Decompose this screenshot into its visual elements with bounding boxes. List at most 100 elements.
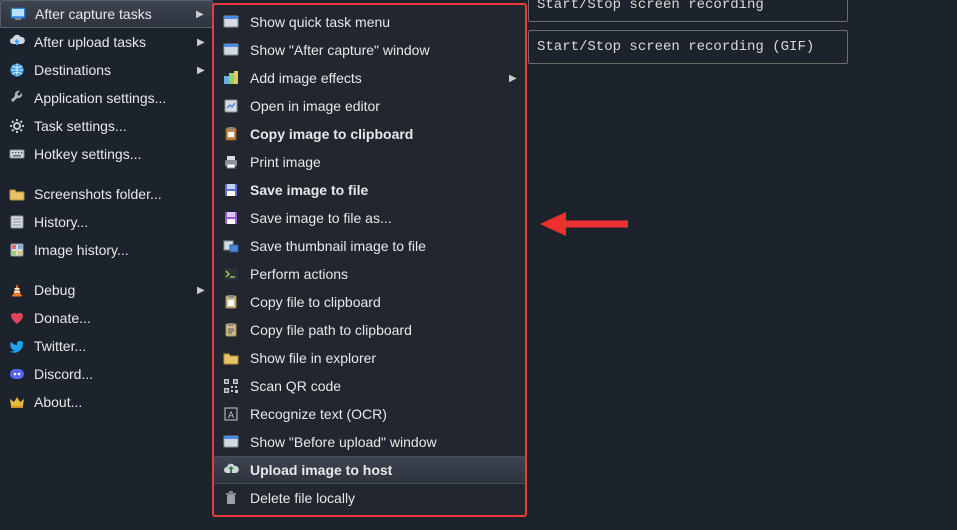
folder-icon: [8, 185, 26, 203]
sidebar-item-hotkey-settings[interactable]: Hotkey settings...: [0, 140, 213, 168]
submenu-item-label: Show "After capture" window: [250, 42, 519, 58]
submenu-item-print-image[interactable]: Print image: [214, 148, 525, 176]
hotkey-panel: Start/Stop screen recording Start/Stop s…: [528, 0, 848, 72]
clipboard-file-icon: [222, 293, 240, 311]
submenu-item-label: Add image effects: [250, 70, 509, 86]
folder-open-icon: [222, 349, 240, 367]
qr-icon: [222, 377, 240, 395]
sidebar-item-screenshots-folder[interactable]: Screenshots folder...: [0, 180, 213, 208]
submenu-item-show-file-in-explorer[interactable]: Show file in explorer: [214, 344, 525, 372]
window-icon: [222, 13, 240, 31]
gear-icon: [8, 117, 26, 135]
sidebar-item-label: Image history...: [34, 242, 207, 258]
sidebar-item-after-upload-tasks[interactable]: After upload tasks ▶: [0, 28, 213, 56]
chevron-right-icon: ▶: [197, 65, 207, 76]
disk-icon: [222, 181, 240, 199]
sidebar-divider: [0, 168, 213, 180]
printer-icon: [222, 153, 240, 171]
submenu-item-save-image-to-file-as[interactable]: Save image to file as...: [214, 204, 525, 232]
sidebar-item-application-settings[interactable]: Application settings...: [0, 84, 213, 112]
sidebar-item-label: Twitter...: [34, 338, 207, 354]
sidebar-item-label: Hotkey settings...: [34, 146, 207, 162]
cone-icon: [8, 281, 26, 299]
sidebar-item-twitter[interactable]: Twitter...: [0, 332, 213, 360]
submenu-item-recognize-text-ocr[interactable]: A Recognize text (OCR): [214, 400, 525, 428]
sidebar-item-discord[interactable]: Discord...: [0, 360, 213, 388]
submenu-item-open-in-image-editor[interactable]: Open in image editor: [214, 92, 525, 120]
sidebar-item-label: Donate...: [34, 310, 207, 326]
sidebar-item-label: Debug: [34, 282, 197, 298]
hotkey-label: Start/Stop screen recording (GIF): [537, 39, 814, 55]
hotkey-row[interactable]: Start/Stop screen recording: [528, 0, 848, 22]
submenu-item-label: Save thumbnail image to file: [250, 238, 519, 254]
trash-icon: [222, 489, 240, 507]
sidebar-item-label: Screenshots folder...: [34, 186, 207, 202]
submenu-item-copy-file-to-clipboard[interactable]: Copy file to clipboard: [214, 288, 525, 316]
window-icon: [222, 433, 240, 451]
heart-icon: [8, 309, 26, 327]
keyboard-icon: [8, 145, 26, 163]
after-capture-tasks-submenu: Show quick task menu Show "After capture…: [212, 3, 527, 517]
submenu-item-show-after-capture-window[interactable]: Show "After capture" window: [214, 36, 525, 64]
sidebar-item-label: History...: [34, 214, 207, 230]
twitter-icon: [8, 337, 26, 355]
sidebar: After capture tasks ▶ After upload tasks…: [0, 0, 213, 416]
submenu-item-label: Scan QR code: [250, 378, 519, 394]
submenu-item-label: Copy file to clipboard: [250, 294, 519, 310]
sidebar-item-task-settings[interactable]: Task settings...: [0, 112, 213, 140]
submenu-item-perform-actions[interactable]: Perform actions: [214, 260, 525, 288]
thumbnail-icon: [222, 237, 240, 255]
chevron-right-icon: ▶: [197, 37, 207, 48]
sidebar-item-image-history[interactable]: Image history...: [0, 236, 213, 264]
image-history-icon: [8, 241, 26, 259]
submenu-item-label: Copy image to clipboard: [250, 126, 519, 142]
sidebar-item-label: After upload tasks: [34, 34, 197, 50]
submenu-item-label: Show quick task menu: [250, 14, 519, 30]
submenu-item-copy-image-to-clipboard[interactable]: Copy image to clipboard: [214, 120, 525, 148]
clipboard-image-icon: [222, 125, 240, 143]
window-icon: [222, 41, 240, 59]
upload-icon: [222, 461, 240, 479]
chevron-right-icon: ▶: [509, 73, 519, 84]
sidebar-item-label: Discord...: [34, 366, 207, 382]
submenu-item-scan-qr-code[interactable]: Scan QR code: [214, 372, 525, 400]
submenu-item-label: Print image: [250, 154, 519, 170]
submenu-item-label: Show "Before upload" window: [250, 434, 519, 450]
submenu-item-label: Recognize text (OCR): [250, 406, 519, 422]
sidebar-item-label: Task settings...: [34, 118, 207, 134]
chevron-right-icon: ▶: [196, 9, 206, 20]
submenu-item-label: Perform actions: [250, 266, 519, 282]
submenu-item-label: Open in image editor: [250, 98, 519, 114]
sidebar-item-label: About...: [34, 394, 207, 410]
sidebar-item-donate[interactable]: Donate...: [0, 304, 213, 332]
sidebar-item-history[interactable]: History...: [0, 208, 213, 236]
disk-as-icon: [222, 209, 240, 227]
submenu-item-save-thumbnail[interactable]: Save thumbnail image to file: [214, 232, 525, 260]
hotkey-row[interactable]: Start/Stop screen recording (GIF): [528, 30, 848, 64]
sidebar-item-about[interactable]: About...: [0, 388, 213, 416]
cloud-upload-icon: [8, 33, 26, 51]
sidebar-item-debug[interactable]: Debug ▶: [0, 276, 213, 304]
svg-text:A: A: [228, 410, 234, 420]
submenu-item-label: Save image to file as...: [250, 210, 519, 226]
submenu-item-show-quick-task-menu[interactable]: Show quick task menu: [214, 8, 525, 36]
crown-icon: [8, 393, 26, 411]
submenu-item-delete-file-locally[interactable]: Delete file locally: [214, 484, 525, 512]
sidebar-item-after-capture-tasks[interactable]: After capture tasks ▶: [0, 0, 213, 28]
sidebar-item-destinations[interactable]: Destinations ▶: [0, 56, 213, 84]
chevron-right-icon: ▶: [197, 285, 207, 296]
globe-icon: [8, 61, 26, 79]
submenu-item-label: Show file in explorer: [250, 350, 519, 366]
sidebar-item-label: Destinations: [34, 62, 197, 78]
submenu-item-label: Save image to file: [250, 182, 519, 198]
submenu-item-copy-file-path-to-clipboard[interactable]: Copy file path to clipboard: [214, 316, 525, 344]
sidebar-item-label: Application settings...: [34, 90, 207, 106]
submenu-item-upload-image-to-host[interactable]: Upload image to host: [214, 456, 525, 484]
editor-icon: [222, 97, 240, 115]
submenu-item-label: Copy file path to clipboard: [250, 322, 519, 338]
effects-icon: [222, 69, 240, 87]
submenu-item-show-before-upload-window[interactable]: Show "Before upload" window: [214, 428, 525, 456]
submenu-item-save-image-to-file[interactable]: Save image to file: [214, 176, 525, 204]
wrench-icon: [8, 89, 26, 107]
submenu-item-add-image-effects[interactable]: Add image effects▶: [214, 64, 525, 92]
